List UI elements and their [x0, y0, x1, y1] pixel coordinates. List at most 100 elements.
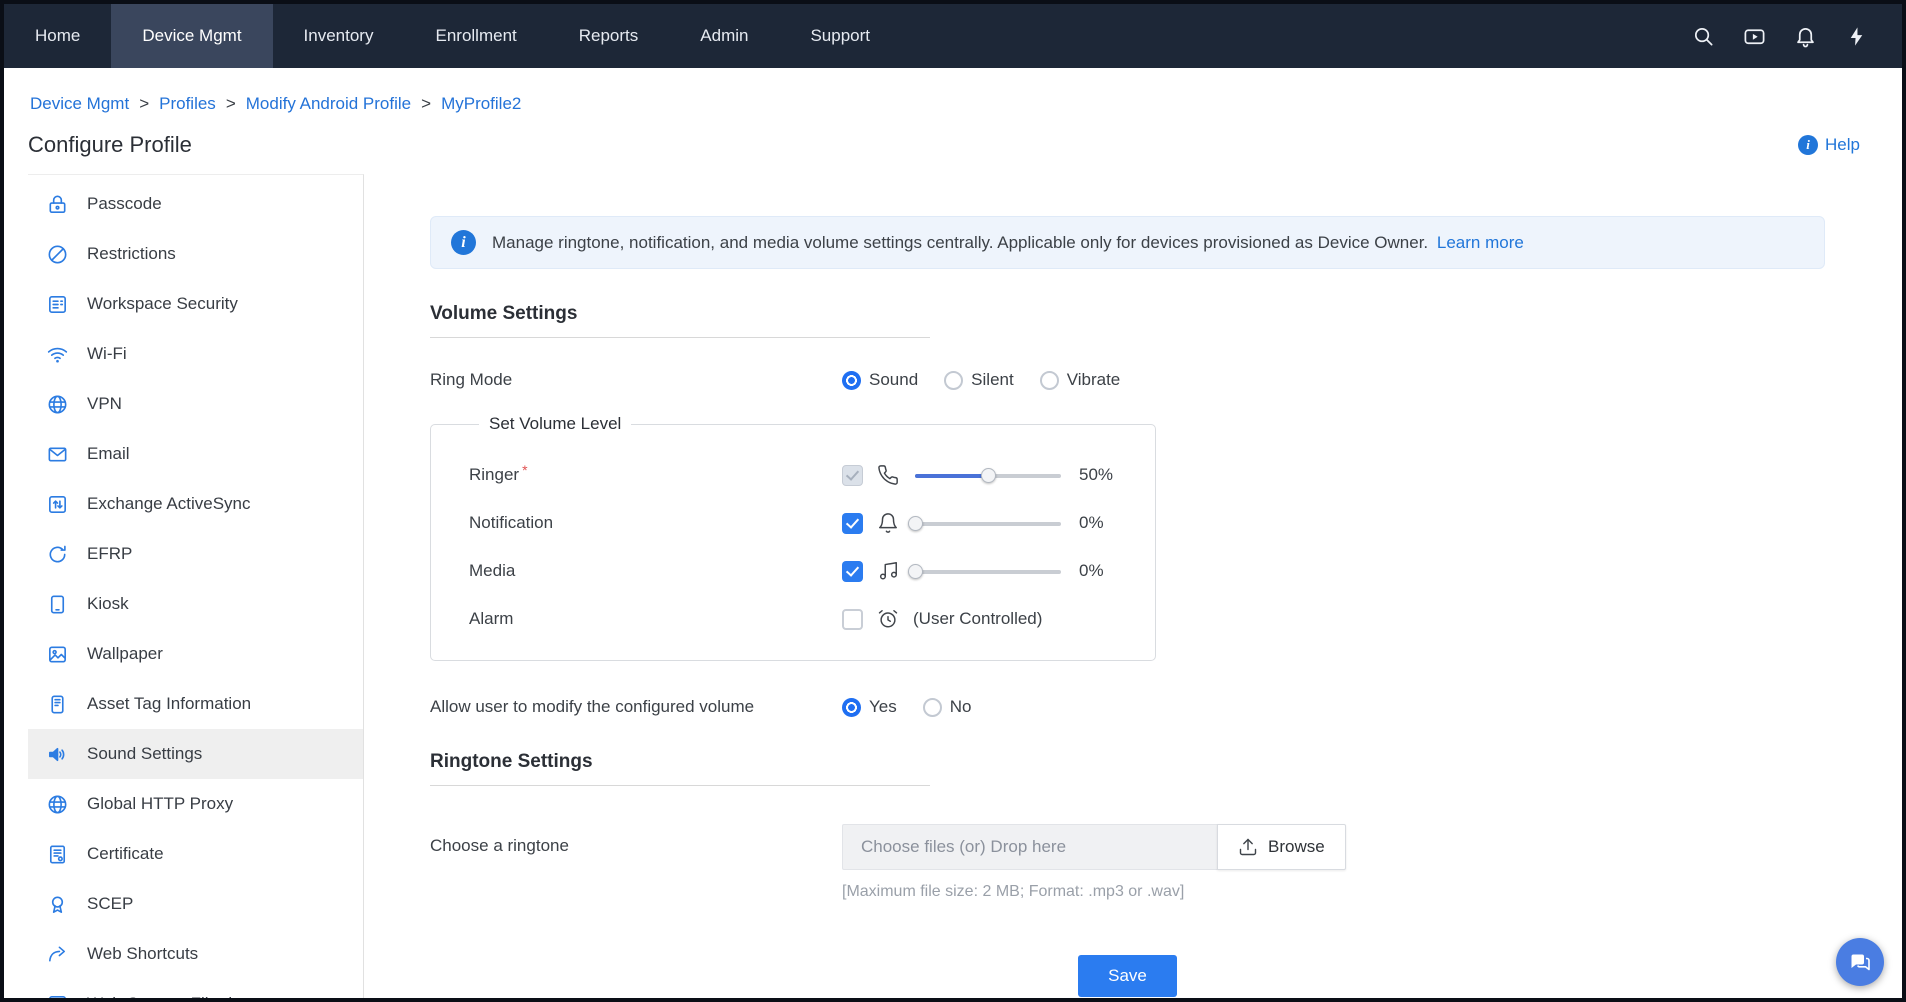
nav-device-mgmt[interactable]: Device Mgmt [111, 4, 272, 68]
notification-checkbox[interactable] [842, 513, 863, 534]
sidebar-item-sound-settings[interactable]: Sound Settings [28, 729, 363, 779]
alarm-user-controlled-note: (User Controlled) [913, 609, 1042, 629]
radio-selected-icon[interactable] [842, 698, 861, 717]
certificate-icon [46, 843, 69, 866]
slider-thumb[interactable] [981, 468, 996, 483]
exchange-sync-icon [46, 493, 69, 516]
radio-selected-icon[interactable] [842, 371, 861, 390]
shortcut-arrow-icon [46, 943, 69, 966]
chat-widget-button[interactable] [1836, 938, 1884, 986]
radio-icon[interactable] [1040, 371, 1059, 390]
sidebar-item-workspace-security[interactable]: Workspace Security [28, 279, 363, 329]
ring-mode-options: Sound Silent Vibrate [842, 370, 1120, 390]
browse-button[interactable]: Browse [1217, 824, 1346, 870]
sidebar-item-efrp[interactable]: EFRP [28, 529, 363, 579]
media-checkbox[interactable] [842, 561, 863, 582]
breadcrumb: Device Mgmt > Profiles > Modify Android … [4, 68, 1902, 114]
sidebar-item-web-shortcuts[interactable]: Web Shortcuts [28, 929, 363, 979]
allow-modify-row: Allow user to modify the configured volu… [430, 697, 1902, 717]
help-link[interactable]: Help [1798, 135, 1860, 155]
slider-thumb[interactable] [908, 564, 923, 579]
radio-icon[interactable] [923, 698, 942, 717]
sidebar-label: Restrictions [87, 244, 176, 264]
slider-thumb[interactable] [908, 516, 923, 531]
sidebar-item-global-http-proxy[interactable]: Global HTTP Proxy [28, 779, 363, 829]
breadcrumb-device-mgmt[interactable]: Device Mgmt [30, 94, 129, 114]
allow-modify-no-option[interactable]: No [923, 697, 972, 717]
bell-icon [877, 512, 899, 534]
sidebar-label: Certificate [87, 844, 164, 864]
ringer-volume-slider[interactable] [915, 466, 1061, 485]
nav-reports[interactable]: Reports [548, 4, 670, 68]
sidebar-item-vpn[interactable]: VPN [28, 379, 363, 429]
notification-volume-slider[interactable] [915, 514, 1061, 533]
breadcrumb-modify-android-profile[interactable]: Modify Android Profile [246, 94, 411, 114]
nav-home[interactable]: Home [4, 4, 111, 68]
efrp-reset-icon [46, 543, 69, 566]
nav-support[interactable]: Support [779, 4, 901, 68]
quick-start-flash-icon[interactable] [1845, 25, 1868, 48]
sidebar-label: Web Shortcuts [87, 944, 198, 964]
set-volume-level-group: Set Volume Level Ringer* 50% Notificatio… [430, 414, 1156, 661]
ring-mode-vibrate-option[interactable]: Vibrate [1040, 370, 1121, 390]
file-size-hint: [Maximum file size: 2 MB; Format: .mp3 o… [842, 883, 1346, 901]
envelope-icon [46, 443, 69, 466]
sidebar-label: Global HTTP Proxy [87, 794, 233, 814]
file-dropzone[interactable]: Choose files (or) Drop here [842, 824, 1217, 870]
learn-more-link[interactable]: Learn more [1437, 233, 1524, 252]
sidebar-item-certificate[interactable]: Certificate [28, 829, 363, 879]
save-button[interactable]: Save [1078, 955, 1177, 997]
ring-mode-silent-option[interactable]: Silent [944, 370, 1014, 390]
sidebar-item-scep[interactable]: SCEP [28, 879, 363, 929]
sidebar-item-wallpaper[interactable]: Wallpaper [28, 629, 363, 679]
lock-icon [46, 193, 69, 216]
breadcrumb-separator: > [139, 94, 149, 114]
asset-tag-icon [46, 693, 69, 716]
ring-mode-sound-option[interactable]: Sound [842, 370, 918, 390]
sidebar-item-restrictions[interactable]: Restrictions [28, 229, 363, 279]
sidebar-item-web-content-filtering[interactable]: Web Content Filtering [28, 979, 363, 998]
sidebar-item-email[interactable]: Email [28, 429, 363, 479]
sidebar-item-passcode[interactable]: Passcode [28, 179, 363, 229]
sidebar-label: Wi-Fi [87, 344, 127, 364]
ring-mode-row: Ring Mode Sound Silent Vibrate [430, 370, 1902, 390]
content-area: Passcode Restrictions Workspace Security… [4, 174, 1902, 998]
ringer-volume-row: Ringer* 50% [469, 464, 1155, 486]
media-label: Media [469, 561, 842, 581]
workspace-security-icon [46, 293, 69, 316]
breadcrumb-separator: > [226, 94, 236, 114]
alarm-checkbox[interactable] [842, 609, 863, 630]
sidebar-item-asset-tag-information[interactable]: Asset Tag Information [28, 679, 363, 729]
allow-modify-yes-option[interactable]: Yes [842, 697, 897, 717]
notification-bell-icon[interactable] [1794, 25, 1817, 48]
nav-inventory[interactable]: Inventory [273, 4, 405, 68]
navbar-actions [1692, 4, 1868, 68]
set-volume-level-legend: Set Volume Level [479, 414, 631, 434]
ringer-percent-value: 50% [1079, 465, 1113, 485]
sidebar-item-kiosk[interactable]: Kiosk [28, 579, 363, 629]
help-label: Help [1825, 135, 1860, 155]
search-icon[interactable] [1692, 25, 1715, 48]
radio-icon[interactable] [944, 371, 963, 390]
sidebar-label: Workspace Security [87, 294, 238, 314]
wifi-icon [46, 343, 69, 366]
media-volume-slider[interactable] [915, 562, 1061, 581]
alarm-volume-row: Alarm (User Controlled) [469, 608, 1155, 630]
sidebar-label: Passcode [87, 194, 162, 214]
sidebar-label: Asset Tag Information [87, 694, 251, 714]
notification-percent-value: 0% [1079, 513, 1104, 533]
sound-settings-panel: Manage ringtone, notification, and media… [364, 174, 1902, 998]
proxy-globe-icon [46, 793, 69, 816]
sidebar-item-exchange-activesync[interactable]: Exchange ActiveSync [28, 479, 363, 529]
sidebar-item-wifi[interactable]: Wi-Fi [28, 329, 363, 379]
allow-modify-options: Yes No [842, 697, 971, 717]
breadcrumb-profile-name[interactable]: MyProfile2 [441, 94, 521, 114]
nav-admin[interactable]: Admin [669, 4, 779, 68]
sidebar-label: Kiosk [87, 594, 129, 614]
top-navbar: Home Device Mgmt Inventory Enrollment Re… [4, 4, 1902, 68]
ring-mode-label: Ring Mode [430, 370, 842, 390]
filter-icon [46, 993, 69, 999]
video-tutorials-icon[interactable] [1743, 25, 1766, 48]
nav-enrollment[interactable]: Enrollment [404, 4, 547, 68]
breadcrumb-profiles[interactable]: Profiles [159, 94, 216, 114]
